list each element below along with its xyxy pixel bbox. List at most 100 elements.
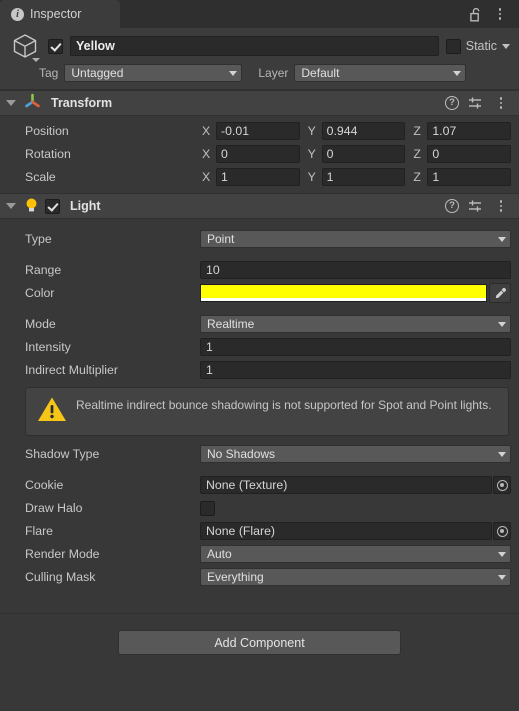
range-input[interactable]: 10: [200, 261, 511, 279]
gameobject-enabled-checkbox[interactable]: [48, 38, 63, 54]
mode-label: Mode: [25, 317, 56, 331]
transform-body: Position X -0.01 Y 0.944 Z 1.07 Rotation…: [0, 116, 519, 193]
culling-mask-value: Everything: [207, 570, 264, 584]
light-type-row: Type Point: [8, 229, 511, 249]
type-value: Point: [207, 232, 235, 246]
shadow-type-label: Shadow Type: [25, 447, 100, 461]
axis-x-label: X: [202, 124, 211, 138]
rotation-y-input[interactable]: 0: [321, 145, 406, 163]
tab-inspector[interactable]: i Inspector: [0, 0, 120, 28]
shadow-type-dropdown[interactable]: No Shadows: [200, 445, 511, 463]
cookie-value: None (Texture): [206, 478, 288, 492]
transform-scale-row: Scale X 1 Y 1 Z 1: [8, 167, 512, 187]
axis-z-label: Z: [413, 147, 421, 161]
static-label: Static: [465, 39, 497, 53]
intensity-input[interactable]: 1: [200, 338, 511, 356]
light-render-mode-row: Render Mode Auto: [8, 544, 511, 564]
scale-vector3: X 1 Y 1 Z 1: [200, 168, 512, 186]
scale-label: Scale: [25, 170, 56, 184]
gameobject-name-row: Yellow Static: [9, 31, 510, 62]
preset-settings-icon[interactable]: [465, 92, 485, 114]
layer-dropdown[interactable]: Default: [294, 64, 467, 82]
color-label: Color: [25, 286, 55, 300]
color-swatch[interactable]: [200, 284, 487, 302]
rotation-z-input[interactable]: 0: [427, 145, 512, 163]
light-culling-mask-row: Culling Mask Everything: [8, 567, 511, 587]
inspector-window: i Inspector Yellow Static Tag Untagged L…: [0, 0, 519, 711]
mode-dropdown[interactable]: Realtime: [200, 315, 511, 333]
static-dropdown-caret[interactable]: [502, 43, 510, 49]
light-bulb-icon: [24, 197, 39, 216]
tab-bar: i Inspector: [0, 0, 519, 28]
cookie-object-field[interactable]: None (Texture): [200, 476, 492, 494]
light-enabled-checkbox[interactable]: [45, 198, 60, 214]
gameobject-name-value: Yellow: [76, 39, 115, 53]
preset-settings-icon[interactable]: [465, 195, 485, 217]
culling-mask-dropdown[interactable]: Everything: [200, 568, 511, 586]
light-indirect-multiplier-row: Indirect Multiplier 1: [8, 360, 511, 380]
warning-box: Realtime indirect bounce shadowing is no…: [25, 387, 509, 436]
light-draw-halo-row: Draw Halo: [8, 498, 511, 518]
light-shadow-type-row: Shadow Type No Shadows: [8, 444, 511, 464]
color-alpha-bar: [201, 298, 486, 301]
rotation-x-input[interactable]: 0: [216, 145, 300, 163]
flare-object-field[interactable]: None (Flare): [200, 522, 492, 540]
draw-halo-label: Draw Halo: [25, 501, 83, 515]
position-x-input[interactable]: -0.01: [216, 122, 300, 140]
help-icon[interactable]: ?: [445, 96, 459, 110]
axis-y-label: Y: [307, 147, 316, 161]
layer-label: Layer: [258, 66, 289, 80]
eyedropper-icon[interactable]: [489, 283, 511, 303]
render-mode-label: Render Mode: [25, 547, 100, 561]
transform-foldout-arrow[interactable]: [6, 100, 16, 106]
info-icon: i: [11, 7, 24, 21]
chevron-down-icon: [453, 70, 462, 76]
rotation-label: Rotation: [25, 147, 71, 161]
help-icon[interactable]: ?: [445, 199, 459, 213]
cube-icon[interactable]: [9, 31, 41, 62]
indirect-multiplier-input[interactable]: 1: [200, 361, 511, 379]
scale-z-input[interactable]: 1: [427, 168, 512, 186]
transform-rotation-row: Rotation X 0 Y 0 Z 0: [8, 144, 512, 164]
scale-x-input[interactable]: 1: [216, 168, 300, 186]
light-component-header[interactable]: Light ?: [0, 193, 519, 219]
cookie-object-picker-icon[interactable]: [493, 476, 511, 494]
light-title: Light: [70, 199, 101, 213]
tag-label: Tag: [39, 66, 59, 80]
render-mode-value: Auto: [207, 547, 232, 561]
gameobject-header: Yellow Static Tag Untagged Layer Default: [0, 28, 519, 90]
scale-y-input[interactable]: 1: [321, 168, 406, 186]
kebab-menu-icon[interactable]: [491, 92, 511, 114]
tag-layer-row: Tag Untagged Layer Default: [9, 64, 510, 82]
transform-component-header[interactable]: Transform ?: [0, 90, 519, 116]
render-mode-dropdown[interactable]: Auto: [200, 545, 511, 563]
type-label: Type: [25, 232, 52, 246]
add-component-button[interactable]: Add Component: [118, 630, 401, 655]
draw-halo-checkbox[interactable]: [200, 500, 215, 516]
light-foldout-arrow[interactable]: [6, 203, 16, 209]
axis-x-label: X: [202, 147, 211, 161]
rotation-vector3: X 0 Y 0 Z 0: [200, 145, 512, 163]
indirect-multiplier-value: 1: [206, 363, 213, 377]
flare-object-picker-icon[interactable]: [493, 522, 511, 540]
position-z-input[interactable]: 1.07: [427, 122, 512, 140]
chevron-down-icon: [498, 451, 506, 457]
lock-open-icon[interactable]: [466, 3, 486, 25]
position-label: Position: [25, 124, 69, 138]
position-y-input[interactable]: 0.944: [321, 122, 406, 140]
flare-label: Flare: [25, 524, 54, 538]
type-dropdown[interactable]: Point: [200, 230, 511, 248]
tag-dropdown[interactable]: Untagged: [64, 64, 243, 82]
axis-y-label: Y: [307, 124, 316, 138]
cube-dropdown-caret[interactable]: [32, 58, 40, 62]
chevron-down-icon: [498, 236, 506, 242]
static-checkbox[interactable]: [445, 38, 461, 54]
kebab-menu-icon[interactable]: [491, 195, 511, 217]
shadow-type-value: No Shadows: [207, 447, 276, 461]
footer: Add Component: [0, 614, 519, 655]
intensity-label: Intensity: [25, 340, 71, 354]
gameobject-name-input[interactable]: Yellow: [70, 36, 439, 56]
light-mode-row: Mode Realtime: [8, 314, 511, 334]
axis-z-label: Z: [413, 170, 421, 184]
kebab-menu-icon[interactable]: [490, 3, 510, 25]
